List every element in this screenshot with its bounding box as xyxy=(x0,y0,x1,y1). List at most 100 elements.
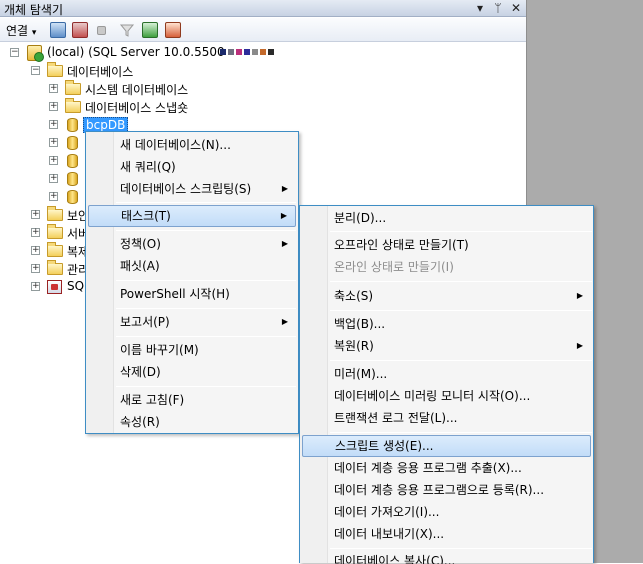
stop-icon[interactable] xyxy=(97,26,106,35)
collapse-icon[interactable]: − xyxy=(31,66,40,75)
menu-item-import-data[interactable]: 데이터 가져오기(I)... xyxy=(302,501,591,523)
menu-item-shrink[interactable]: 축소(S) ▶ xyxy=(302,285,591,307)
menu-item-mirroring-monitor[interactable]: 데이터베이스 미러링 모니터 시작(O)... xyxy=(302,385,591,407)
expand-icon[interactable]: + xyxy=(49,174,58,183)
filter-icon[interactable] xyxy=(119,22,135,38)
menu-item-label: 패싯(A) xyxy=(120,259,160,273)
expand-icon[interactable]: + xyxy=(31,246,40,255)
expand-icon[interactable]: + xyxy=(49,120,58,129)
menu-item-detach[interactable]: 분리(D)... xyxy=(302,207,591,229)
database-icon xyxy=(67,154,78,168)
activity-monitor-icon[interactable] xyxy=(165,22,181,38)
menu-separator xyxy=(116,308,296,309)
submenu-arrow-icon: ▶ xyxy=(281,239,288,248)
expand-icon[interactable]: + xyxy=(49,84,58,93)
tree-node-sql-agent[interactable]: + SQL xyxy=(0,278,85,296)
tree-node-server[interactable]: − (local) (SQL Server 10.0.5500 xyxy=(0,44,520,62)
close-icon[interactable]: ✕ xyxy=(508,0,524,16)
submenu-arrow-icon: ▶ xyxy=(281,184,288,193)
pin-icon[interactable]: ᛘ xyxy=(490,0,506,16)
menu-separator xyxy=(116,386,296,387)
dropdown-icon[interactable]: ▾ xyxy=(472,0,488,16)
menu-item-policies[interactable]: 정책(O) ▶ xyxy=(88,233,296,255)
menu-item-register-data-tier[interactable]: 데이터 계층 응용 프로그램으로 등록(R)... xyxy=(302,479,591,501)
tree-node-db[interactable]: + xyxy=(0,188,85,206)
menu-item-start-powershell[interactable]: PowerShell 시작(H) xyxy=(88,283,296,305)
menu-item-mirror[interactable]: 미러(M)... xyxy=(302,363,591,385)
menu-item-refresh[interactable]: 새로 고침(F) xyxy=(88,389,296,411)
disconnect-icon[interactable] xyxy=(72,22,88,38)
menu-item-label: 데이터 가져오기(I)... xyxy=(334,505,440,519)
expand-icon[interactable]: + xyxy=(49,156,58,165)
submenu-arrow-icon: ▶ xyxy=(281,317,288,326)
expand-icon[interactable]: + xyxy=(49,102,58,111)
menu-item-generate-scripts[interactable]: 스크립트 생성(E)... xyxy=(302,435,591,457)
system-databases-label: 시스템 데이터베이스 xyxy=(85,83,189,97)
menu-item-copy-database[interactable]: 데이터베이스 복사(C)... xyxy=(302,551,591,564)
menu-item-label: 새로 고침(F) xyxy=(120,393,185,407)
folder-icon xyxy=(47,242,63,257)
menu-item-properties[interactable]: 속성(R) xyxy=(88,411,296,433)
menu-item-script-database[interactable]: 데이터베이스 스크립팅(S) ▶ xyxy=(88,178,296,200)
tree-node-db[interactable]: + xyxy=(0,170,85,188)
database-icon xyxy=(67,172,78,186)
menu-item-backup[interactable]: 백업(B)... xyxy=(302,313,591,335)
tasks-submenu: 분리(D)... 오프라인 상태로 만들기(T) 온라인 상태로 만들기(I) … xyxy=(299,205,594,564)
menu-item-label: 데이터베이스 스크립팅(S) xyxy=(120,182,252,196)
menu-item-label: 백업(B)... xyxy=(334,317,386,331)
submenu-arrow-icon: ▶ xyxy=(576,291,583,300)
expand-icon[interactable]: + xyxy=(31,264,40,273)
menu-item-label: 데이터 계층 응용 프로그램 추출(X)... xyxy=(334,461,522,475)
refresh-icon[interactable] xyxy=(142,22,158,38)
tree-node-db[interactable]: + xyxy=(0,134,85,152)
menu-separator xyxy=(116,230,296,231)
menu-item-export-data[interactable]: 데이터 내보내기(X)... xyxy=(302,523,591,545)
menu-item-restore[interactable]: 복원(R) ▶ xyxy=(302,335,591,357)
tree-node-security[interactable]: + 보안 xyxy=(0,206,85,224)
menu-item-extract-data-tier[interactable]: 데이터 계층 응용 프로그램 추출(X)... xyxy=(302,457,591,479)
menu-item-reports[interactable]: 보고서(P) ▶ xyxy=(88,311,296,333)
tree-node-db[interactable]: + xyxy=(0,152,85,170)
submenu-arrow-icon: ▶ xyxy=(576,341,583,350)
tree-node-management[interactable]: + 관리 xyxy=(0,260,85,278)
menu-item-new-query[interactable]: 새 쿼리(Q) xyxy=(88,156,296,178)
menu-item-facets[interactable]: 패싯(A) xyxy=(88,255,296,277)
menu-item-tasks[interactable]: 태스크(T) ▶ xyxy=(88,205,296,227)
menu-item-label: 새 데이터베이스(N)... xyxy=(120,138,231,152)
redacted-pixel xyxy=(236,49,242,55)
expand-icon[interactable]: + xyxy=(31,210,40,219)
connect-button[interactable]: 연결 ▾ xyxy=(6,22,36,39)
menu-item-delete[interactable]: 삭제(D) xyxy=(88,361,296,383)
redacted-pixel xyxy=(268,49,274,55)
redacted-pixel xyxy=(220,49,226,55)
menu-item-label: 삭제(D) xyxy=(120,365,161,379)
sql-agent-icon xyxy=(47,280,62,294)
collapse-icon[interactable]: − xyxy=(10,48,19,57)
menu-item-label: 스크립트 생성(E)... xyxy=(335,439,434,453)
menu-item-take-offline[interactable]: 오프라인 상태로 만들기(T) xyxy=(302,234,591,256)
security-label: 보안 xyxy=(67,209,85,223)
menu-item-rename[interactable]: 이름 바꾸기(M) xyxy=(88,339,296,361)
tree-node-db-snapshots[interactable]: + 데이터베이스 스냅숏 xyxy=(0,98,520,116)
expand-icon[interactable]: + xyxy=(49,138,58,147)
expand-icon[interactable]: + xyxy=(49,192,58,201)
menu-item-new-database[interactable]: 새 데이터베이스(N)... xyxy=(88,134,296,156)
tree-node-replication[interactable]: + 복제 xyxy=(0,242,85,260)
chevron-down-icon: ▾ xyxy=(31,28,37,38)
sql-agent-label: SQL xyxy=(67,279,85,293)
tree-node-server-objects[interactable]: + 서버 xyxy=(0,224,85,242)
server-icon xyxy=(27,45,44,62)
connect-label: 연결 xyxy=(6,24,29,38)
menu-item-label: 데이터베이스 미러링 모니터 시작(O)... xyxy=(334,389,531,403)
connect-object-explorer-icon[interactable] xyxy=(50,22,66,38)
menu-item-label: 보고서(P) xyxy=(120,315,170,329)
expand-icon[interactable]: + xyxy=(31,228,40,237)
submenu-arrow-icon: ▶ xyxy=(280,211,287,220)
tree-node-system-databases[interactable]: + 시스템 데이터베이스 xyxy=(0,80,520,98)
panel-titlebar: 개체 탐색기 ▾ ᛘ ✕ xyxy=(0,0,526,17)
menu-item-log-shipping[interactable]: 트랜잭션 로그 전달(L)... xyxy=(302,407,591,429)
expand-icon[interactable]: + xyxy=(31,282,40,291)
menu-separator xyxy=(116,280,296,281)
tree-node-databases[interactable]: − 데이터베이스 xyxy=(0,62,520,80)
menu-separator xyxy=(330,360,592,361)
